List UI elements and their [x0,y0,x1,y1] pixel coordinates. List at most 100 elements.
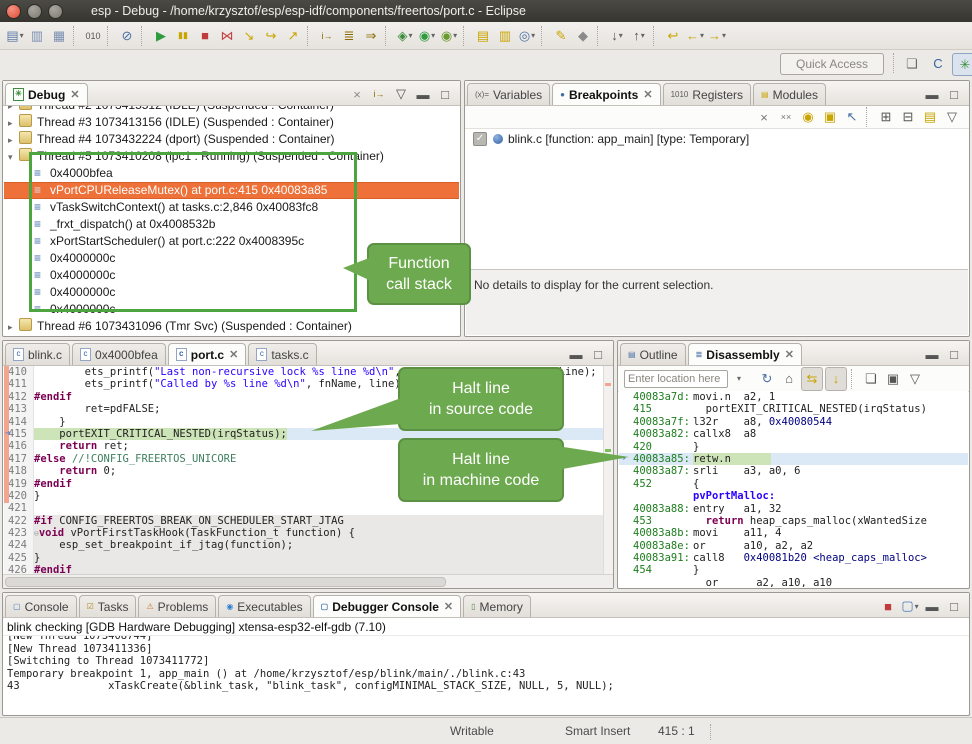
line-number[interactable]: 421 [4,502,34,514]
debug-thread-row[interactable]: ▸Thread #4 1073432224 (dport) (Suspended… [4,131,459,148]
tab-modules[interactable]: ▤Modules [753,83,826,105]
disconnect-icon[interactable]: ⋈ [217,25,237,47]
tab-problems[interactable]: ⚠Problems [138,595,216,617]
next-annotation-icon[interactable]: ↓▾ [607,25,627,47]
line-number[interactable]: 425 [4,552,34,564]
last-edit-location-icon[interactable]: ↩ [663,25,683,47]
skip-all-breakpoints-icon[interactable]: ⊘ [117,25,137,47]
toggle-mark-occurrences-icon[interactable]: ✎ [551,25,571,47]
sync-with-stack-frame-icon[interactable]: ⇆ [801,367,823,391]
instruction-stepping-icon[interactable]: i→ [317,25,337,47]
pin-view-icon[interactable]: ▣ [883,368,903,390]
debug-thread-row[interactable]: ▾Thread #5 1073410208 (ipc1 : Running) (… [4,148,459,165]
open-new-view-icon[interactable]: ❏ [861,368,881,390]
resume-icon[interactable]: ▶ [151,25,171,47]
remove-all-breakpoints-icon[interactable]: ×× [776,106,796,128]
back-icon[interactable]: ←▾ [685,25,705,47]
view-menu-icon[interactable]: ▽ [391,83,411,105]
show-whitespace-icon[interactable]: ◆ [573,25,593,47]
tab-blink-c[interactable]: cblink.c [5,343,70,365]
step-filters-icon[interactable]: ⇒ [361,25,381,47]
home-icon[interactable]: ⌂ [779,368,799,390]
tab-tasks[interactable]: ☑Tasks [79,595,137,617]
location-input[interactable] [624,370,728,388]
tab-outline[interactable]: ▤Outline [620,343,686,365]
tab-console[interactable]: ▢Console [5,595,77,617]
close-icon[interactable]: ✕ [229,348,238,361]
debug-stack-frame-row[interactable]: ≡vPortCPUReleaseMutex() at port.c:415 0x… [4,182,459,199]
show-breakpoints-for-selection-icon[interactable]: ◉ [798,106,818,128]
external-tools-icon[interactable]: ◉▾ [439,25,459,47]
window-minimize-button[interactable] [27,4,42,19]
collapse-all-icon[interactable]: ⊟ [898,106,918,128]
console-output[interactable]: [New Thread 1073408744][New Thread 10734… [3,636,969,708]
forward-icon[interactable]: →▾ [707,25,727,47]
remove-breakpoint-icon[interactable]: × [754,106,774,128]
window-maximize-button[interactable] [48,4,63,19]
debug-stack-frame-row[interactable]: ≡_frxt_dispatch() at 0x4008532b [4,216,459,233]
debug-perspective-button[interactable]: ✳ [952,53,972,76]
refresh-view-icon[interactable]: ↻ [757,368,777,390]
instruction-stepping-mode-icon[interactable]: i→ [369,83,389,105]
debug-stack-frame-row[interactable]: ≡0x4000bfea [4,165,459,182]
line-number[interactable]: 424 [4,539,34,551]
maximize-icon[interactable]: □ [944,83,964,105]
search-icon[interactable]: ◎▾ [517,25,537,47]
tab-variables[interactable]: (x)=Variables [467,83,550,105]
editor-horizontal-scrollbar[interactable] [3,574,613,588]
close-icon[interactable]: ✕ [785,348,794,361]
build-binary-icon[interactable]: 010 [83,25,103,47]
remove-all-terminated-icon[interactable]: × [347,83,367,105]
tab-0x4000bfea[interactable]: c0x4000bfea [72,343,166,365]
tab-tasks-c[interactable]: ctasks.c [248,343,316,365]
maximize-icon[interactable]: □ [588,343,608,365]
minimize-icon[interactable]: ▬ [922,343,942,365]
terminate-icon[interactable]: ■ [878,595,898,617]
tab-registers[interactable]: 1010Registers [663,83,751,105]
breakpoint-checkbox[interactable]: ✓ [473,132,487,146]
previous-annotation-icon[interactable]: ↑▾ [629,25,649,47]
close-icon[interactable]: ✕ [70,88,79,101]
debug-thread-row[interactable]: ▸Thread #6 1073431096 (Tmr Svc) (Suspend… [4,318,459,335]
maximize-icon[interactable]: □ [944,343,964,365]
line-number[interactable]: 426 [4,564,34,574]
open-element-icon[interactable]: ▤ [473,25,493,47]
cpp-perspective-button[interactable]: C [926,53,950,74]
location-dropdown-icon[interactable]: ▾ [729,368,749,390]
show-debug-sources-icon[interactable]: ≣ [339,25,359,47]
debug-thread-row[interactable]: ▸Thread #2 1073415512 (IDLE) (Suspended … [4,106,459,114]
breakpoint-list-item[interactable]: ✓ blink.c [function: app_main] [type: Te… [465,129,969,149]
tab-executables[interactable]: ◉Executables [218,595,310,617]
tab-debugger-console[interactable]: ▢Debugger Console✕ [313,595,461,617]
minimize-icon[interactable]: ▬ [566,343,586,365]
new-wizard-icon[interactable]: ▤▾ [5,25,25,47]
open-resource-icon[interactable]: ▥ [495,25,515,47]
quick-access-button[interactable]: Quick Access [780,53,884,75]
disassembly-listing[interactable]: 40083a7d:movi.n a2, 1415 portEXIT_CRITIC… [619,391,968,587]
line-number[interactable]: 423 [4,527,34,539]
tab-memory[interactable]: ▯Memory [463,595,531,617]
step-return-icon[interactable]: ↗ [283,25,303,47]
minimize-icon[interactable]: ▬ [922,83,942,105]
view-menu-icon[interactable]: ▽ [942,106,962,128]
suspend-icon[interactable]: ▮▮ [173,25,193,47]
step-into-icon[interactable]: ↘ [239,25,259,47]
debug-icon[interactable]: ◈▾ [395,25,415,47]
tab-breakpoints[interactable]: ●Breakpoints✕ [552,83,660,105]
view-menu-icon[interactable]: ▽ [905,368,925,390]
display-selected-console-icon[interactable]: ▢▾ [900,595,920,617]
minimize-icon[interactable]: ▬ [413,83,433,105]
link-with-debug-view-icon[interactable]: ↖ [842,106,862,128]
minimize-icon[interactable]: ▬ [922,595,942,617]
track-expression-icon[interactable]: ↓ [825,367,847,391]
maximize-icon[interactable]: □ [435,83,455,105]
debug-thread-row[interactable]: ▸Thread #3 1073413156 (IDLE) (Suspended … [4,114,459,131]
debug-stack-frame-row[interactable]: ≡vTaskSwitchContext() at tasks.c:2,846 0… [4,199,459,216]
save-icon[interactable]: ▥ [27,25,47,47]
tab-disassembly[interactable]: ≣Disassembly✕ [688,343,802,365]
editor-vertical-scrollbar[interactable] [603,366,613,574]
terminate-icon[interactable]: ■ [195,25,215,47]
tab-debug[interactable]: ✳ Debug✕ [5,83,88,105]
close-icon[interactable]: ✕ [444,600,453,613]
go-to-file-for-breakpoint-icon[interactable]: ▣ [820,106,840,128]
